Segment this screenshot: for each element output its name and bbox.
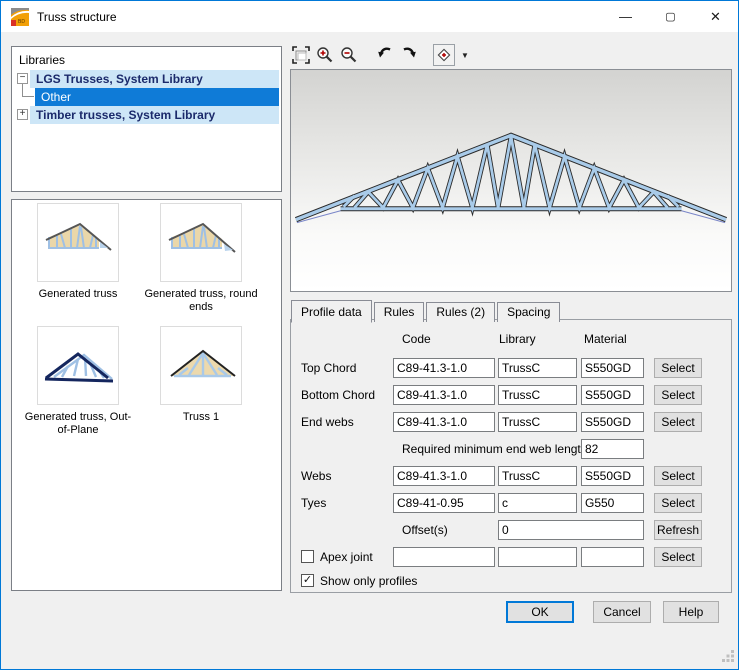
tree-item-other[interactable]: Other [12,88,281,106]
bottom-chord-select-button[interactable]: Select [654,385,702,405]
tree-item-lgs-trusses[interactable]: − LGS Trusses, System Library [12,70,281,88]
zoom-in-icon[interactable] [313,44,337,66]
expand-icon[interactable]: + [17,109,28,120]
app-icon: BD [11,8,29,26]
collapse-icon[interactable]: − [17,73,28,84]
tab-spacing[interactable]: Spacing [497,302,560,322]
row-label-tyes: Tyes [301,496,326,510]
row-label-top-chord: Top Chord [301,361,356,375]
rotate-ccw-icon[interactable] [373,44,397,66]
out-of-plane-truss-image [38,327,118,404]
material-column-header: Material [584,332,627,346]
tree-item-label: Timber trusses, System Library [30,108,215,122]
thumbnail-generated-truss-round-ends[interactable] [160,203,242,282]
show-only-profiles-checkbox[interactable]: ✓ [301,574,314,587]
apex-library-input[interactable] [498,547,577,567]
pan-center-icon[interactable] [433,44,455,66]
thumbnail-generated-truss-out-of-plane[interactable] [37,326,119,405]
ok-button[interactable]: OK [506,601,574,623]
title-bar[interactable]: BD Truss structure — ▢ ✕ [1,1,738,32]
apex-select-button[interactable]: Select [654,547,702,567]
maximize-icon[interactable]: ▢ [648,1,693,32]
tree-branch-line [22,84,34,97]
apex-material-input[interactable] [581,547,644,567]
cancel-button[interactable]: Cancel [593,601,651,623]
apex-joint-checkbox[interactable] [301,550,314,563]
webs-code-input[interactable] [393,466,495,486]
svg-text:BD: BD [18,19,25,25]
thumbnail-generated-truss[interactable] [37,203,119,282]
tab-rules-2[interactable]: Rules (2) [426,302,495,322]
min-end-web-length-input[interactable] [581,439,644,459]
close-icon[interactable]: ✕ [693,1,738,32]
thumbnail-label: Truss 1 [146,411,256,424]
webs-library-input[interactable] [498,466,577,486]
preview-toolbar: ▼ [289,43,469,67]
zoom-out-icon[interactable] [337,44,361,66]
tab-rules[interactable]: Rules [374,302,425,322]
row-label-bottom-chord: Bottom Chord [301,388,375,402]
toolbar-dropdown-icon[interactable]: ▼ [455,51,469,60]
thumbnail-label: Generated truss, round ends [141,288,261,314]
rotate-cw-icon[interactable] [397,44,421,66]
thumbnail-truss-1[interactable] [160,326,242,405]
truss-gallery-panel: Generated truss Generated truss, round e… [11,199,282,591]
bottom-chord-code-input[interactable] [393,385,495,405]
min-end-web-length-label: Required minimum end web length [402,442,587,456]
offset-refresh-button[interactable]: Refresh [654,520,702,540]
window-title: Truss structure [37,10,117,24]
generated-truss-image [38,204,118,281]
code-column-header: Code [402,332,431,346]
end-webs-material-input[interactable] [581,412,644,432]
truss-preview-image [291,70,731,291]
end-webs-code-input[interactable] [393,412,495,432]
apex-code-input[interactable] [393,547,495,567]
webs-select-button[interactable]: Select [654,466,702,486]
tyes-library-input[interactable] [498,493,577,513]
library-column-header: Library [499,332,536,346]
minimize-icon[interactable]: — [603,1,648,32]
top-chord-library-input[interactable] [498,358,577,378]
resize-grip[interactable] [722,649,735,662]
tyes-select-button[interactable]: Select [654,493,702,513]
generated-truss-round-ends-image [161,204,241,281]
libraries-header: Libraries [19,53,65,67]
truss-preview-viewport[interactable] [290,69,732,292]
show-only-profiles-label: Show only profiles [320,574,417,588]
tab-profile-data[interactable]: Profile data [291,300,372,323]
truss-1-image [161,327,241,404]
thumbnail-label: Generated truss, Out-of-Plane [23,411,133,437]
end-webs-library-input[interactable] [498,412,577,432]
end-webs-select-button[interactable]: Select [654,412,702,432]
bottom-chord-library-input[interactable] [498,385,577,405]
tree-item-timber-trusses[interactable]: + Timber trusses, System Library [12,106,281,124]
profile-tab-strip: Profile data Rules Rules (2) Spacing [291,300,562,322]
row-label-end-webs: End webs [301,415,354,429]
tyes-code-input[interactable] [393,493,495,513]
tyes-material-input[interactable] [581,493,644,513]
truss-structure-dialog: BD Truss structure — ▢ ✕ Libraries − LGS… [0,0,739,670]
offset-input[interactable] [498,520,644,540]
tree-item-label: Other [35,90,71,104]
offset-label: Offset(s) [402,523,448,537]
row-label-webs: Webs [301,469,331,483]
tree-item-label: LGS Trusses, System Library [30,72,203,86]
thumbnail-label: Generated truss [23,288,133,301]
webs-material-input[interactable] [581,466,644,486]
help-button[interactable]: Help [663,601,719,623]
libraries-panel: Libraries − LGS Trusses, System Library … [11,46,282,192]
top-chord-code-input[interactable] [393,358,495,378]
bottom-chord-material-input[interactable] [581,385,644,405]
top-chord-material-input[interactable] [581,358,644,378]
apex-joint-label: Apex joint [320,550,373,564]
fit-view-icon[interactable] [289,44,313,66]
top-chord-select-button[interactable]: Select [654,358,702,378]
